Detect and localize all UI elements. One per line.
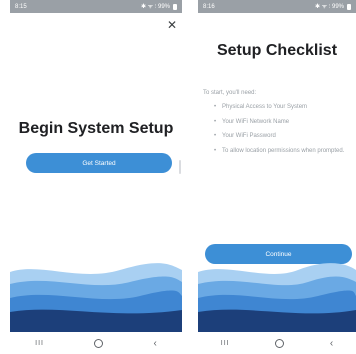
setup-checklist-screen: 8:16 ✱ ᯤ ⫶ 99% Setup Checklist To start,… xyxy=(198,0,356,354)
list-item-label: Your WiFi Network Name xyxy=(222,118,290,125)
list-item-label: Physical Access to Your System xyxy=(222,104,308,110)
status-icons: ✱ ᯤ ⫶ 99% xyxy=(141,2,177,11)
list-item-label: To allow location permissions when promp… xyxy=(222,147,345,154)
home-button[interactable] xyxy=(94,338,104,348)
checklist: • Physical Access to Your System • Your Wi… xyxy=(214,104,354,162)
status-icons-text: ✱ ᯤ ⫶ 99% xyxy=(140,4,170,10)
begin-setup-screen: 8:15 ✱ ᯤ ⫶ 99% ✕ Begin System Setup Get … xyxy=(10,0,182,354)
system-nav-bar: III ‹ xyxy=(10,332,182,354)
list-item-label: Your WiFi Password xyxy=(222,133,276,139)
wave-decoration xyxy=(198,263,356,332)
bullet-icon: • xyxy=(214,133,217,139)
list-item: • Your WiFi Password xyxy=(214,133,354,141)
bullet-icon: • xyxy=(214,147,217,154)
list-item: • To allow location permissions when prom… xyxy=(214,148,354,156)
bullet-icon: • xyxy=(214,104,217,110)
status-bar: 8:15 ✱ ᯤ ⫶ 99% xyxy=(10,0,182,13)
edge-handle xyxy=(179,160,181,174)
get-started-button[interactable]: Get Started xyxy=(26,153,172,173)
system-nav-bar: III ‹ xyxy=(198,332,356,354)
list-item: • Physical Access to Your System xyxy=(214,104,354,112)
battery-icon xyxy=(347,3,351,10)
status-icons: ✱ ᯤ ⫶ 99% xyxy=(315,2,351,11)
close-icon[interactable]: ✕ xyxy=(166,18,178,32)
page-title: Setup Checklist xyxy=(216,42,338,59)
page-title: Begin System Setup xyxy=(18,120,174,137)
checklist-intro: To start, you'll need: xyxy=(203,90,257,96)
home-button[interactable] xyxy=(275,338,285,348)
recent-apps-button[interactable]: III xyxy=(35,340,44,347)
status-time: 8:15 xyxy=(15,3,27,10)
bullet-icon: • xyxy=(214,118,217,125)
back-button[interactable]: ‹ xyxy=(154,338,157,349)
battery-icon xyxy=(173,3,177,10)
status-time: 8:16 xyxy=(203,3,215,10)
stage: 8:15 ✱ ᯤ ⫶ 99% ✕ Begin System Setup Get … xyxy=(0,0,356,354)
list-item: • Your WiFi Network Name xyxy=(214,119,354,127)
status-bar: 8:16 ✱ ᯤ ⫶ 99% xyxy=(198,0,356,13)
wave-decoration xyxy=(10,263,182,332)
back-button[interactable]: ‹ xyxy=(330,338,333,349)
recent-apps-button[interactable]: III xyxy=(221,340,230,347)
continue-button[interactable]: Continue xyxy=(205,244,352,264)
status-icons-text: ✱ ᯤ ⫶ 99% xyxy=(314,4,344,10)
